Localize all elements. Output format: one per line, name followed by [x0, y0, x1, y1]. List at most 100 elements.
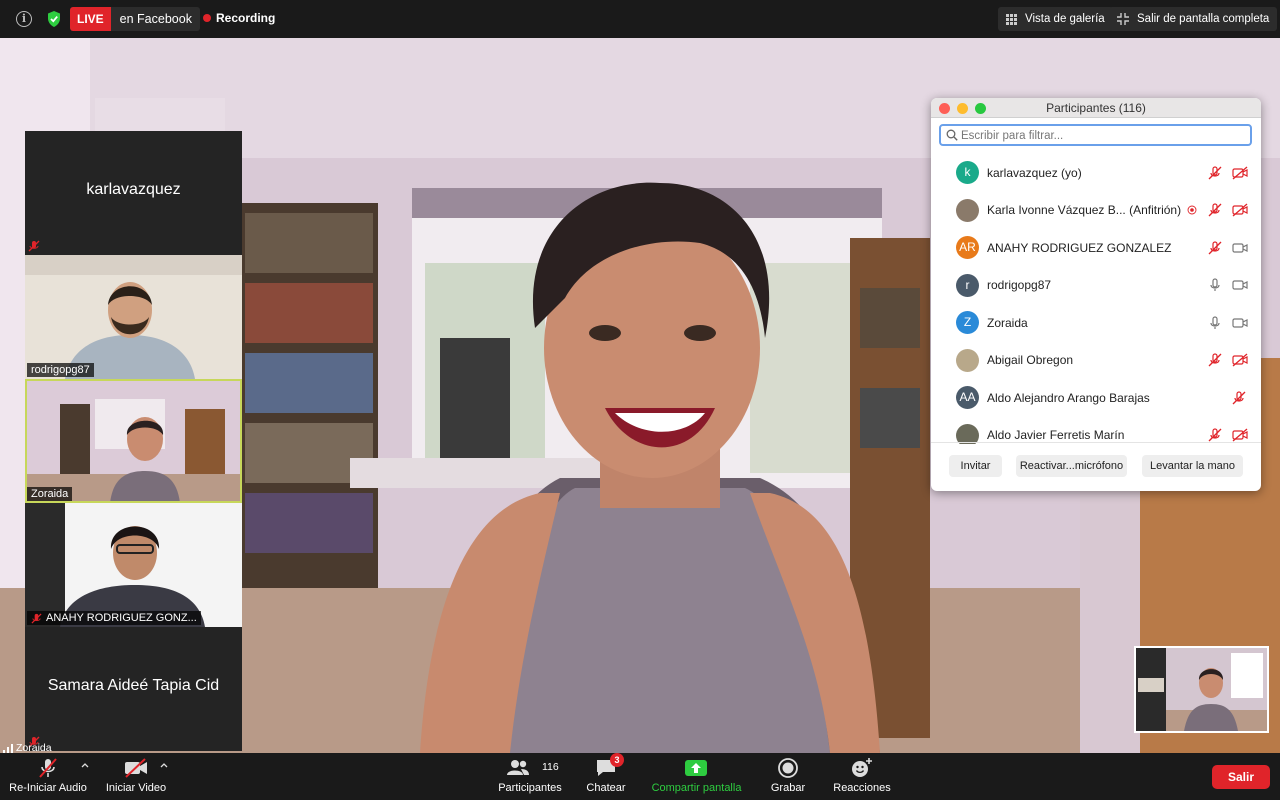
video-off-icon	[125, 758, 147, 778]
participant-tile-active[interactable]: Zoraida	[25, 379, 242, 503]
video-icon[interactable]	[1232, 278, 1248, 292]
share-screen-icon	[685, 760, 707, 776]
participant-name: ANAHY RODRIGUEZ GONZALEZ	[987, 240, 1172, 255]
video-icon[interactable]	[1232, 316, 1248, 330]
unmute-me-button[interactable]: Reactivar...micrófono	[1016, 455, 1127, 477]
participants-panel: Participantes (116) k karlavazquez (yo) Ka…	[931, 98, 1261, 491]
participant-name: Aldo Alejandro Arango Barajas	[987, 390, 1150, 405]
participant-name: karlavazquez	[86, 181, 181, 198]
participant-row[interactable]: AR ANAHY RODRIGUEZ GONZALEZ	[931, 229, 1261, 266]
participant-search-box[interactable]	[939, 124, 1252, 146]
exit-fullscreen-icon	[1117, 13, 1129, 25]
record-button-label: Grabar	[770, 782, 806, 794]
participant-name: Aldo Javier Ferretis Marín	[987, 428, 1125, 442]
participant-row[interactable]: Z Zoraida	[931, 304, 1261, 341]
recording-indicator[interactable]: Recording	[203, 11, 275, 25]
live-badge: LIVE	[70, 7, 111, 31]
share-screen-button[interactable]: Compartir pantalla	[646, 753, 747, 800]
participant-name: Zoraida	[987, 315, 1028, 330]
self-view-video[interactable]	[1134, 646, 1269, 733]
encryption-shield-icon[interactable]	[46, 10, 62, 28]
participant-video	[25, 503, 242, 627]
participant-label: Zoraida	[27, 487, 73, 501]
record-button[interactable]: Grabar	[762, 753, 814, 800]
panel-divider	[931, 442, 1261, 443]
participant-list[interactable]: k karlavazquez (yo) Karla Ivonne Vázquez B…	[931, 154, 1261, 444]
audio-options-caret-icon[interactable]	[81, 762, 89, 768]
participants-count: 116	[542, 761, 559, 773]
mic-icon[interactable]	[1208, 315, 1222, 330]
participant-label: rodrigopg87	[27, 363, 94, 377]
participant-photo-avatar	[956, 348, 979, 372]
gallery-view-button[interactable]: Vista de galería	[998, 7, 1113, 31]
video-icon[interactable]	[1232, 241, 1248, 255]
participant-name: ANAHY RODRIGUEZ GONZ...	[46, 612, 197, 624]
participant-avatar: AA	[956, 386, 979, 409]
participant-name: Zoraida	[31, 488, 69, 500]
participant-photo-avatar	[956, 198, 979, 222]
participant-avatar: Z	[956, 311, 979, 334]
participant-tile[interactable]: Samara Aideé Tapia Cid	[25, 627, 242, 751]
exit-fullscreen-label: Salir de pantalla completa	[1137, 13, 1270, 25]
live-stream-status[interactable]: LIVE en Facebook	[70, 7, 200, 31]
exit-fullscreen-button[interactable]: Salir de pantalla completa	[1109, 7, 1278, 31]
participant-name: karlavazquez (yo)	[987, 165, 1082, 180]
video-off-icon[interactable]	[1232, 203, 1248, 217]
reactions-button-label: Reacciones	[833, 782, 891, 794]
mic-muted-icon[interactable]	[1208, 428, 1222, 442]
participants-button[interactable]: 116 Participantes	[494, 753, 566, 800]
participant-row[interactable]: Karla Ivonne Vázquez B... (Anfitrión)	[931, 192, 1261, 229]
participant-row[interactable]: Abigail Obregon	[931, 342, 1261, 379]
meeting-info-icon[interactable]: i	[16, 11, 32, 27]
mic-muted-icon[interactable]	[1208, 353, 1222, 367]
record-icon	[778, 758, 798, 778]
participant-row[interactable]: Aldo Javier Ferretis Marín	[931, 417, 1261, 444]
reactions-button[interactable]: Reacciones	[830, 753, 894, 800]
participant-search-input[interactable]	[961, 128, 1246, 143]
recording-label: Recording	[216, 11, 276, 25]
participant-name: Abigail Obregon	[987, 353, 1074, 367]
search-icon	[946, 129, 958, 141]
mic-muted-icon[interactable]	[1232, 390, 1246, 405]
mic-muted-icon[interactable]	[1208, 240, 1222, 255]
participant-tile[interactable]: karlavazquez	[25, 131, 242, 255]
participant-row[interactable]: r rodrigopg87	[931, 267, 1261, 304]
signal-bars-icon	[3, 743, 13, 753]
recording-dot-icon	[1187, 205, 1197, 215]
participant-row[interactable]: AA Aldo Alejandro Arango Barajas	[931, 379, 1261, 416]
participant-avatar: k	[956, 161, 979, 184]
mic-muted-icon[interactable]	[1208, 203, 1222, 217]
participant-name: Samara Aideé Tapia Cid	[47, 677, 220, 694]
share-screen-label: Compartir pantalla	[651, 782, 742, 794]
participant-name: rodrigopg87	[31, 364, 90, 376]
participant-video	[25, 255, 242, 379]
mic-muted-icon	[28, 240, 40, 252]
video-off-icon[interactable]	[1232, 166, 1248, 180]
mic-off-icon	[39, 758, 57, 778]
chat-button-label: Chatear	[586, 782, 626, 794]
video-off-icon[interactable]	[1232, 428, 1248, 442]
video-options-caret-icon[interactable]	[160, 762, 168, 768]
chat-unread-badge: 3	[610, 753, 624, 767]
leave-meeting-button[interactable]: Salir	[1212, 765, 1270, 789]
video-off-icon[interactable]	[1232, 353, 1248, 367]
invite-button[interactable]: Invitar	[949, 455, 1002, 477]
participant-name: rodrigopg87	[987, 278, 1052, 292]
participant-tile[interactable]: rodrigopg87	[25, 255, 242, 379]
mic-muted-icon[interactable]	[1208, 165, 1222, 180]
participant-tile[interactable]: ANAHY RODRIGUEZ GONZ...	[25, 503, 242, 627]
zoom-meeting-window: i LIVE en Facebook Recording Vista de ga…	[0, 0, 1280, 800]
participant-row[interactable]: k karlavazquez (yo)	[931, 154, 1261, 191]
mic-icon[interactable]	[1208, 278, 1222, 292]
participants-icon	[507, 760, 529, 775]
video-button-label: Iniciar Video	[105, 782, 167, 794]
audio-button[interactable]: Re-Iniciar Audio	[4, 753, 92, 800]
chat-button[interactable]: 3 Chatear	[580, 753, 632, 800]
raise-hand-button[interactable]: Levantar la mano	[1142, 455, 1243, 477]
panel-title: Participantes (116)	[1046, 101, 1146, 115]
video-button[interactable]: Iniciar Video	[96, 753, 176, 800]
participant-video	[25, 379, 242, 503]
reactions-smiley-icon	[852, 758, 872, 777]
panel-titlebar: Participantes (116)	[931, 98, 1261, 118]
participants-button-label: Participantes	[498, 782, 562, 794]
